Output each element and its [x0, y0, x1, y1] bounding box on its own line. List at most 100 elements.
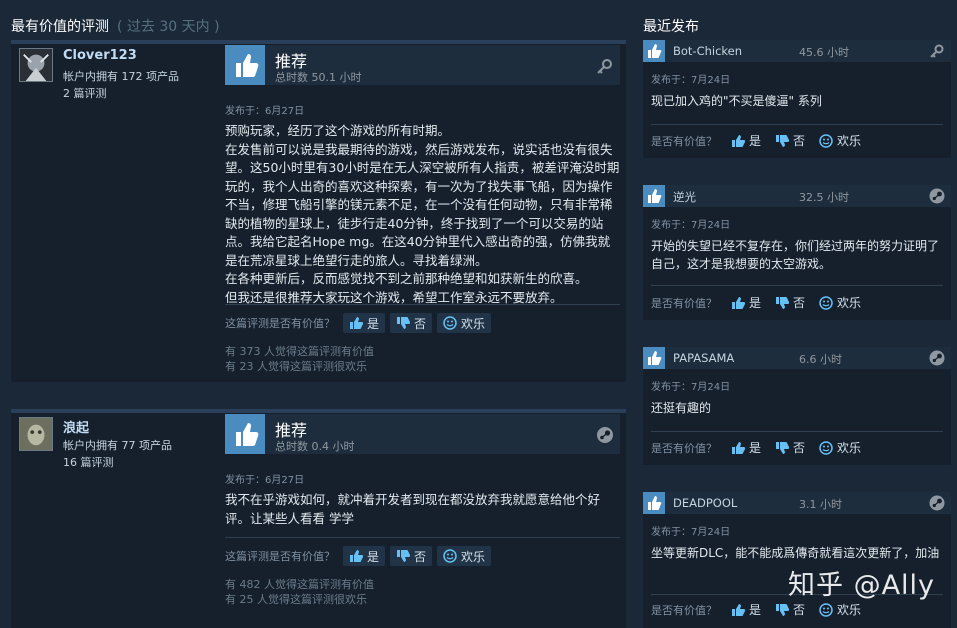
thumbs-up-icon [225, 414, 265, 454]
recent-username[interactable]: DEADPOOL [673, 496, 737, 510]
posted-date: 发布于：6月27日 [225, 475, 305, 486]
thumbs-down-icon [776, 441, 790, 454]
thumbs-up-icon [643, 40, 665, 62]
thumbs-up-icon [643, 347, 665, 369]
recent-review: DEADPOOL 3.1 小时 发布于：7月24日 坐等更新DLC，能不能成爲傳… [643, 492, 951, 628]
thumbs-down-icon [397, 317, 411, 329]
divider [651, 431, 943, 432]
user-stats: 帐户内拥有 77 项产品 16 篇评测 [63, 437, 172, 471]
recent-review-text: 坐等更新DLC，能不能成爲傳奇就看這次更新了，加油 [651, 546, 940, 560]
vote-funny-button[interactable]: 欢乐 [819, 132, 861, 149]
vote-funny-button[interactable]: 欢乐 [437, 546, 492, 566]
vote-yes-label: 是 [749, 134, 762, 148]
helpful-question: 是否有价值？ [651, 296, 717, 310]
vote-funny-label: 欢乐 [837, 441, 862, 455]
divider [225, 537, 620, 538]
username[interactable]: Clover123 [63, 48, 137, 63]
helpful-counts: 有 373 人觉得这篇评测有价值 有 23 人觉得这篇评测很欢乐 [225, 344, 374, 374]
vote-funny-button[interactable]: 欢乐 [437, 313, 492, 333]
review-header[interactable]: 推荐 总时数 50.1 小时 [225, 45, 620, 85]
username[interactable]: 浪起 [63, 417, 89, 436]
review-text: 我不在乎游戏如何，就冲着开发者到现在都没放弃我就愿意给他个好评。让某些人看看 学… [225, 491, 620, 528]
vote-yes-button[interactable]: 是 [731, 439, 761, 456]
review-card: Clover123 帐户内拥有 172 项产品 2 篇评测 推荐 总时数 50.… [11, 40, 626, 382]
divider [225, 304, 620, 305]
recent-review-header[interactable]: 逆光 32.5 小时 [643, 185, 951, 207]
vote-funny-button[interactable]: 欢乐 [819, 294, 861, 311]
count-funny: 有 23 人觉得这篇评测很欢乐 [225, 360, 367, 373]
vote-funny-button[interactable]: 欢乐 [819, 601, 861, 618]
helpful-question: 这篇评测是否有价值？ [225, 550, 335, 563]
recent-posted-date: 发布于：7月24日 [651, 75, 731, 86]
posted-date: 发布于：6月27日 [225, 106, 305, 117]
vote-funny-label: 欢乐 [461, 549, 486, 564]
avatar[interactable] [19, 417, 53, 451]
vote-no-label: 否 [793, 603, 806, 617]
vote-no-button[interactable]: 否 [775, 439, 805, 456]
recent-review-header[interactable]: Bot-Chicken 45.6 小时 [643, 40, 951, 62]
vote-no-button[interactable]: 否 [390, 313, 433, 333]
thumbs-down-icon [776, 296, 790, 309]
vote-no-label: 否 [793, 134, 806, 148]
hours-played: 总时数 50.1 小时 [275, 71, 362, 84]
vote-yes-label: 是 [749, 296, 762, 310]
vote-funny-button[interactable]: 欢乐 [819, 439, 861, 456]
vote-yes-button[interactable]: 是 [731, 132, 761, 149]
vote-no-button[interactable]: 否 [775, 601, 805, 618]
thumbs-up-icon [225, 45, 265, 85]
recent-review-text: 开始的失望已经不复存在，你们经过两年的努力证明了自己，这才是我想要的太空游戏。 [651, 239, 940, 271]
vote-yes-button[interactable]: 是 [731, 601, 761, 618]
recent-hours: 3.1 小时 [799, 498, 842, 511]
user-stats: 帐户内拥有 172 项产品 2 篇评测 [63, 68, 179, 102]
helpful-counts: 有 482 人觉得这篇评测有价值 有 25 人觉得这篇评测很欢乐 [225, 577, 374, 607]
vote-no-label: 否 [414, 316, 427, 331]
avatar[interactable] [19, 48, 53, 82]
smiley-icon [819, 133, 833, 148]
hours-played: 总时数 0.4 小时 [275, 440, 355, 453]
recent-helpful-row: 是否有价值？ 是 否 欢乐 [651, 601, 875, 618]
vote-funny-label: 欢乐 [837, 603, 862, 617]
recent-review: Bot-Chicken 45.6 小时 发布于：7月24日 现已加入鸡的"不买是… [643, 40, 951, 158]
steam-icon [929, 495, 945, 511]
smiley-icon [819, 295, 833, 310]
recent-posted-date: 发布于：7月24日 [651, 220, 731, 231]
vote-funny-label: 欢乐 [837, 134, 862, 148]
helpful-question: 这篇评测是否有价值？ [225, 317, 335, 330]
user-review-count[interactable]: 2 篇评测 [63, 85, 179, 102]
left-header-title: 最有价值的评测 [11, 19, 109, 35]
recent-hours: 6.6 小时 [799, 353, 842, 366]
vote-yes-label: 是 [367, 549, 380, 564]
helpful-question: 是否有价值？ [651, 603, 717, 617]
smiley-icon [443, 549, 457, 563]
recent-review-header[interactable]: DEADPOOL 3.1 小时 [643, 492, 951, 514]
divider [651, 124, 943, 125]
steam-icon [597, 427, 613, 443]
recent-hours: 32.5 小时 [799, 191, 849, 204]
vote-yes-button[interactable]: 是 [343, 313, 386, 333]
vote-yes-label: 是 [749, 441, 762, 455]
vote-no-button[interactable]: 否 [775, 294, 805, 311]
thumbs-down-icon [776, 603, 790, 616]
recent-helpful-row: 是否有价值？ 是 否 欢乐 [651, 439, 875, 456]
vote-yes-button[interactable]: 是 [343, 546, 386, 566]
recent-username[interactable]: Bot-Chicken [673, 44, 742, 58]
vote-no-button[interactable]: 否 [390, 546, 433, 566]
vote-no-label: 否 [414, 549, 427, 564]
user-products[interactable]: 帐户内拥有 77 项产品 [63, 437, 172, 454]
user-products[interactable]: 帐户内拥有 172 项产品 [63, 68, 179, 85]
recent-helpful-row: 是否有价值？ 是 否 欢乐 [651, 294, 875, 311]
watermark: 知乎 @Ally [788, 570, 936, 601]
thumbs-up-icon [350, 317, 363, 329]
vote-no-label: 否 [793, 441, 806, 455]
recent-review-header[interactable]: PAPASAMA 6.6 小时 [643, 347, 951, 369]
recent-username[interactable]: PAPASAMA [673, 351, 734, 365]
review-topbar [11, 40, 626, 44]
thumbs-up-icon [732, 441, 745, 454]
review-header[interactable]: 推荐 总时数 0.4 小时 [225, 414, 620, 454]
user-review-count[interactable]: 16 篇评测 [63, 454, 172, 471]
recent-username[interactable]: 逆光 [673, 189, 696, 205]
vote-yes-button[interactable]: 是 [731, 294, 761, 311]
recent-review-text: 还挺有趣的 [651, 401, 712, 415]
thumbs-up-icon [732, 296, 745, 309]
vote-no-button[interactable]: 否 [775, 132, 805, 149]
